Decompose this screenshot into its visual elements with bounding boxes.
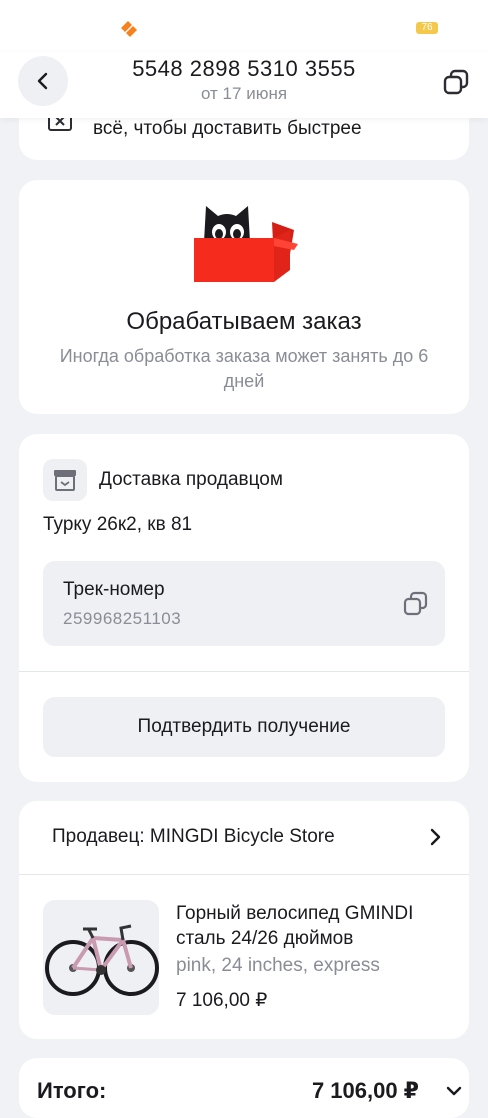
copy-icon[interactable] [401, 589, 431, 619]
delivery-method: Доставка продавцом [99, 469, 283, 490]
archive-box-icon [54, 470, 76, 491]
copy-icon[interactable] [440, 66, 472, 98]
total-card[interactable]: Итого: 7 106,00 ₽ [19, 1058, 469, 1118]
status-bar: 76 [0, 0, 488, 52]
delivery-card: Доставка продавцом Турку 26к2, кв 81 Тре… [19, 434, 469, 782]
app-logo-icon [121, 21, 137, 37]
processing-title: Обрабатываем заказ [126, 308, 362, 335]
chevron-down-icon[interactable] [443, 1080, 465, 1102]
order-header: 5548 2898 5310 3555 от 17 июня [0, 52, 488, 118]
total-label: Итого: [37, 1078, 107, 1103]
total-value: 7 106,00 ₽ [311, 1078, 419, 1103]
product-title[interactable]: Горный велосипед GMINDI сталь 24/26 дюйм… [176, 901, 456, 951]
seller-link[interactable]: Продавец: MINGDI Bicycle Store [52, 826, 335, 848]
delivery-address: Турку 26к2, кв 81 [43, 514, 193, 535]
delivery-info-text: всё, чтобы доставить быстрее [93, 118, 362, 139]
processing-card: Обрабатываем заказ Иногда обработка зака… [19, 180, 469, 414]
cat-in-box-icon [194, 206, 298, 282]
product-image[interactable] [43, 900, 159, 1015]
chevron-right-icon[interactable] [423, 825, 447, 849]
track-label: Трек-номер [63, 579, 165, 600]
divider [19, 874, 469, 875]
track-number: 259968251103 [63, 609, 182, 628]
product-price: 7 106,00 ₽ [176, 990, 268, 1011]
confirm-receipt-button[interactable]: Подтвердить получение [43, 697, 445, 757]
delivery-icon-wrap [43, 459, 87, 501]
battery-icon: 76 [416, 22, 438, 34]
product-variant: pink, 24 inches, express [176, 955, 380, 976]
bicycle-image [45, 924, 159, 996]
seller-card: Продавец: MINGDI Bicycle Store Горный ве… [19, 801, 469, 1039]
order-date: от 17 июня [200, 84, 288, 103]
divider [19, 671, 469, 672]
track-number-box[interactable]: Трек-номер 259968251103 [43, 561, 445, 646]
order-number: 5548 2898 5310 3555 [132, 56, 356, 81]
processing-subtitle: Иногда обработка заказа может занять до … [59, 346, 429, 391]
